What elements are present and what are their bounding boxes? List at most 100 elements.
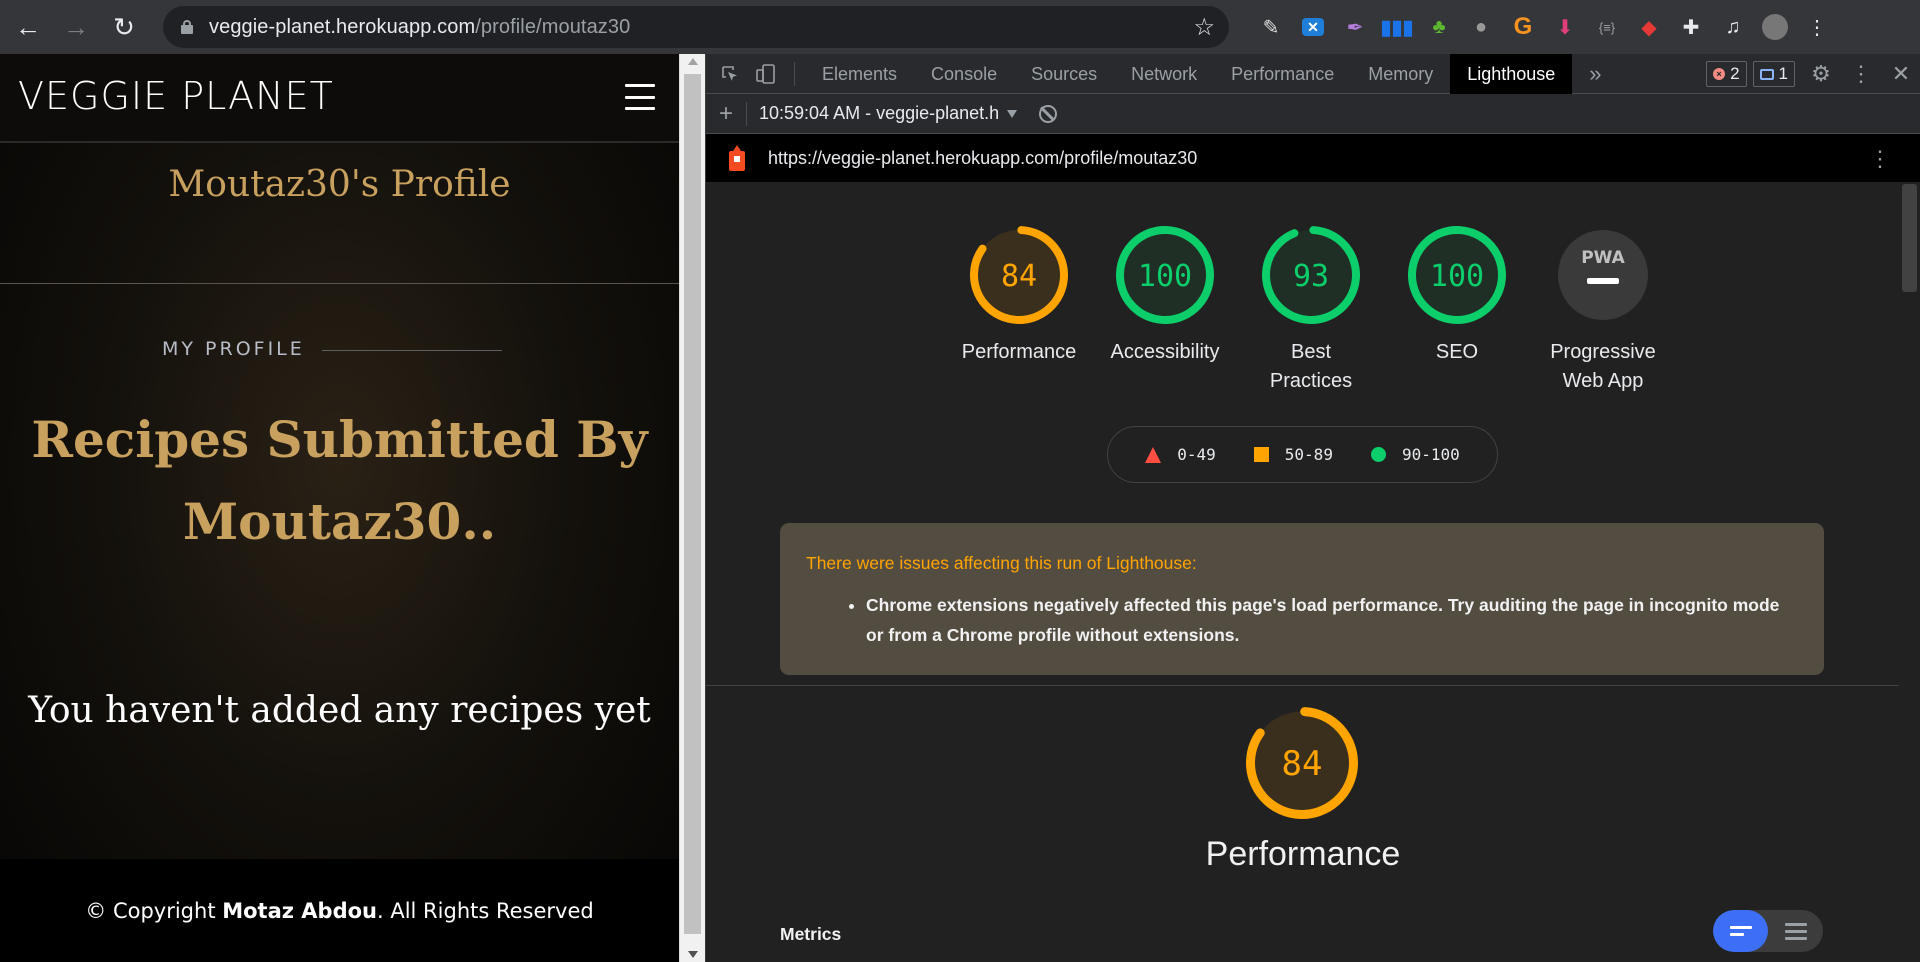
score-gauge-seo[interactable]: 100 SEO: [1384, 226, 1530, 396]
reload-button[interactable]: ↻: [104, 7, 144, 47]
bars-ext-button[interactable]: ▮▮▮: [1376, 8, 1418, 46]
pwa-dash-icon: [1587, 278, 1619, 284]
report-url[interactable]: https://veggie-planet.herokuapp.com/prof…: [768, 148, 1197, 169]
tab-memory[interactable]: Memory: [1351, 54, 1450, 94]
section-divider: [706, 685, 1900, 686]
html-tree-ext-button[interactable]: ♣: [1418, 8, 1460, 46]
close-devtools-icon[interactable]: ✕: [1881, 54, 1920, 94]
pink-ext-icon: ⬇: [1556, 16, 1574, 39]
messages-badge[interactable]: 1: [1752, 61, 1795, 87]
playlist-icon: ♫: [1725, 15, 1741, 38]
gauge-score-value: 93: [1293, 259, 1329, 294]
performance-score-gauge[interactable]: 84: [1246, 707, 1358, 824]
bookmark-star-icon[interactable]: ☆: [1193, 13, 1215, 42]
forward-button[interactable]: →: [56, 7, 96, 47]
tab-console[interactable]: Console: [914, 54, 1014, 94]
errors-badge[interactable]: × 2: [1706, 61, 1747, 87]
score-gauge-performance[interactable]: 84 Performance: [946, 226, 1092, 396]
address-bar[interactable]: veggie-planet.herokuapp.com/profile/mout…: [163, 6, 1229, 48]
media-button[interactable]: ♫: [1712, 8, 1754, 46]
hamburger-menu-icon[interactable]: [625, 84, 655, 110]
page-scroll-thumb[interactable]: [684, 74, 701, 934]
warning-title: There were issues affecting this run of …: [806, 553, 1197, 573]
recipes-heading-line1: Recipes Submitted By: [31, 410, 648, 469]
vscode-ext-button[interactable]: ✕: [1292, 8, 1334, 46]
extensions-bar: ✎ ✕ ✒ ▮▮▮ ♣ ● G ⬇ {≡} ◆ ✚ ♫ ⋮: [1250, 8, 1838, 46]
pwa-badge-text: PWA: [1581, 248, 1625, 268]
red-triangle-icon: [1145, 446, 1162, 463]
tab-sources[interactable]: Sources: [1014, 54, 1114, 94]
tab-performance[interactable]: Performance: [1214, 54, 1351, 94]
g-ext-button[interactable]: G: [1502, 8, 1544, 46]
feather-ext-button[interactable]: ✒: [1334, 8, 1376, 46]
score-gauge-ring: 100: [1408, 226, 1506, 324]
profile-button[interactable]: [1754, 8, 1796, 46]
page-scrollbar[interactable]: [679, 54, 705, 962]
lighthouse-report: 84 Performance 100 Accessibility 93 Best Prac…: [706, 182, 1900, 962]
metrics-label: Metrics: [780, 924, 842, 944]
toolbar-divider: [794, 61, 795, 86]
footer-author: Motaz Abdou: [222, 898, 377, 923]
site-brand[interactable]: VEGGIE PLANET: [18, 74, 334, 118]
back-button[interactable]: ←: [8, 7, 48, 47]
json-ext-icon: {≡}: [1598, 19, 1616, 35]
url-text[interactable]: veggie-planet.herokuapp.com/profile/mout…: [209, 16, 630, 39]
tab-lighthouse[interactable]: Lighthouse: [1450, 53, 1573, 94]
devtools-panel: Elements Console Sources Network Perform…: [705, 53, 1920, 962]
browser-menu-button[interactable]: ⋮: [1796, 8, 1838, 46]
warning-item: Chrome extensions negatively affected th…: [866, 590, 1798, 650]
score-gauge-progressive-web-app[interactable]: PWA Progressive Web App: [1530, 226, 1676, 396]
report-selector[interactable]: 10:59:04 AM - veggie-planet.h: [759, 103, 999, 124]
bars-ext-icon: ▮▮▮: [1380, 16, 1414, 39]
legend-fail: 0-49: [1145, 445, 1216, 464]
metrics-view-toggle[interactable]: [1713, 910, 1823, 952]
gauge-label: SEO: [1435, 341, 1479, 363]
report-menu-kebab-icon[interactable]: ⋮: [1869, 146, 1891, 172]
clear-reports-icon[interactable]: [1039, 104, 1058, 123]
inspect-element-icon[interactable]: [712, 54, 748, 94]
report-scroll-thumb[interactable]: [1902, 184, 1917, 292]
pink-ext-button[interactable]: ⬇: [1544, 8, 1586, 46]
footer-suffix: . All Rights Reserved: [377, 898, 594, 923]
vscode-ext-icon: ✕: [1302, 18, 1324, 36]
url-path: /profile/moutaz30: [475, 15, 631, 38]
red-ext-button[interactable]: ◆: [1628, 8, 1670, 46]
divider: [0, 283, 679, 284]
eyedropper-ext-button[interactable]: ✎: [1250, 8, 1292, 46]
forward-icon: →: [63, 11, 89, 42]
reload-icon: ↻: [113, 11, 135, 42]
tab-network[interactable]: Network: [1114, 54, 1214, 94]
gauge-score-value: 100: [1430, 259, 1484, 294]
legend-average: 50-89: [1253, 445, 1333, 464]
new-report-plus-icon[interactable]: +: [706, 100, 746, 128]
legend-pass-range: 90-100: [1401, 445, 1460, 464]
devtools-menu-kebab-icon[interactable]: ⋮: [1841, 54, 1881, 94]
score-legend: 0-49 50-89 90-100: [1107, 426, 1498, 483]
scroll-down-arrow-icon[interactable]: [688, 951, 698, 958]
more-tabs-icon[interactable]: »: [1572, 54, 1618, 94]
warning-list: Chrome extensions negatively affected th…: [866, 590, 1798, 650]
score-gauges: 84 Performance 100 Accessibility 93 Best Prac…: [946, 226, 1676, 396]
settings-gear-icon[interactable]: ⚙: [1801, 54, 1841, 94]
gauge-label: Accessibility: [1110, 341, 1220, 363]
json-ext-button[interactable]: {≡}: [1586, 8, 1628, 46]
back-icon: ←: [15, 11, 41, 42]
gauge-label: Progressive Web App: [1550, 341, 1656, 392]
g-ext-icon: G: [1513, 13, 1533, 40]
report-scrollbar[interactable]: [1899, 182, 1920, 962]
html-tree-ext-icon: ♣: [1432, 15, 1446, 38]
report-dropdown-caret-icon[interactable]: [1007, 109, 1018, 118]
score-gauge-accessibility[interactable]: 100 Accessibility: [1092, 226, 1238, 396]
toolbar-divider: [746, 101, 747, 126]
bug-ext-button[interactable]: ●: [1460, 8, 1502, 46]
extensions-button[interactable]: ✚: [1670, 8, 1712, 46]
expanded-view-icon[interactable]: [1768, 910, 1823, 952]
compact-view-icon[interactable]: [1713, 910, 1768, 952]
gauge-label: Best Practices: [1269, 341, 1353, 392]
message-count: 1: [1778, 64, 1788, 83]
recipes-heading-line2: Moutaz30..: [182, 492, 497, 551]
score-gauge-best-practices[interactable]: 93 Best Practices: [1238, 226, 1384, 396]
device-toolbar-icon[interactable]: [748, 54, 784, 94]
scroll-up-arrow-icon[interactable]: [688, 58, 698, 65]
tab-elements[interactable]: Elements: [805, 54, 914, 94]
